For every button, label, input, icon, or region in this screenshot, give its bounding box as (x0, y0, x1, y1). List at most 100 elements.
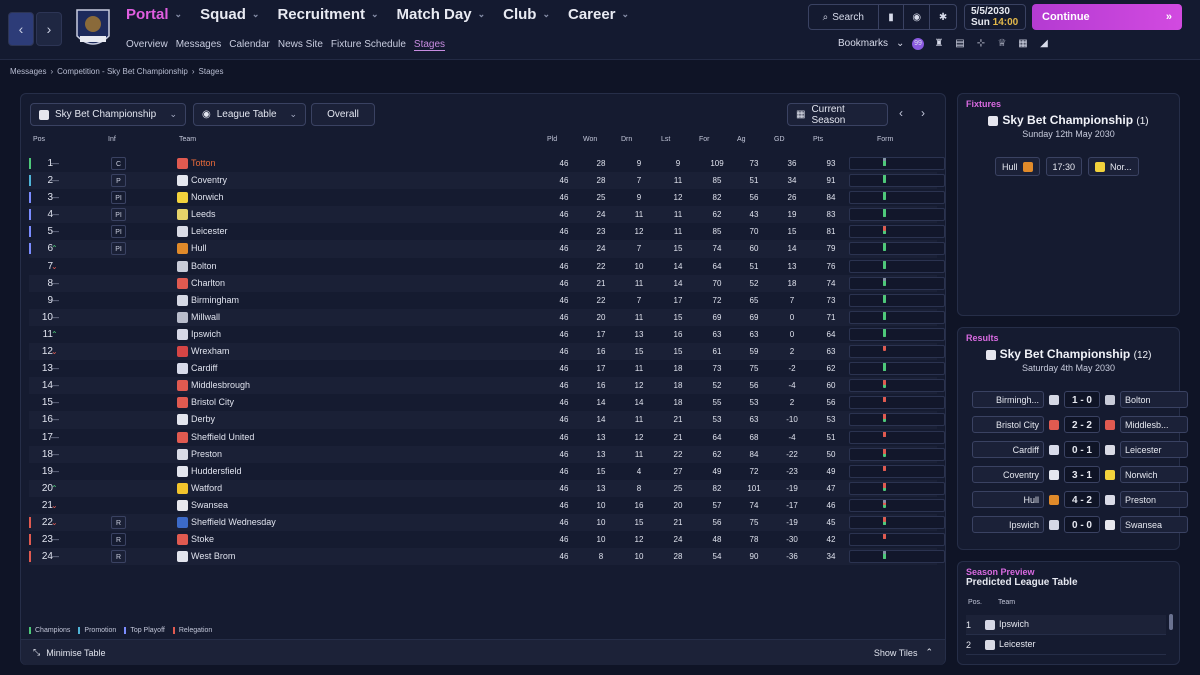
team-name[interactable]: Bolton (191, 258, 217, 275)
competition-dropdown[interactable]: Sky Bet Championship ⌄ (30, 103, 186, 126)
form-indicator[interactable] (849, 310, 945, 324)
table-row[interactable]: 6 ⌃ PI Hull 46 24 7 15 74 60 14 79 (29, 240, 945, 258)
fixtures-title[interactable]: Fixtures (966, 99, 1179, 109)
team-name[interactable]: West Brom (191, 548, 235, 565)
col-ag[interactable]: Ag (737, 136, 746, 143)
team-name[interactable]: Coventry (191, 172, 227, 189)
document-icon[interactable]: ▦ (1017, 38, 1029, 50)
submenu-news-site[interactable]: News Site (278, 39, 323, 51)
search-button[interactable]: ⌕ Search (809, 5, 879, 29)
game-date[interactable]: 5/5/2030 Sun 14:00 (964, 4, 1026, 30)
table-row[interactable]: 7 ⌄ Bolton 46 22 10 14 64 51 13 76 (29, 258, 945, 275)
result-score[interactable]: 3 - 1 (1064, 466, 1100, 483)
result-row[interactable]: Bristol City 2 - 2 Middlesb... (972, 416, 1188, 433)
team-name[interactable]: Ipswich (191, 326, 221, 343)
bookmarks-menu[interactable]: Bookmarks ⌄ (838, 38, 904, 49)
team-name[interactable]: Hull (191, 240, 207, 257)
table-row[interactable]: 24— R West Brom 46 8 10 28 54 90 -36 34 (29, 548, 945, 566)
team-name[interactable]: Huddersfield (191, 463, 242, 480)
fixture-away[interactable]: Nor... (1088, 157, 1139, 176)
form-indicator[interactable] (849, 293, 945, 307)
table-row[interactable]: 8— Charlton 46 21 11 14 70 52 18 74 (29, 274, 945, 292)
col-pos[interactable]: Pos (33, 136, 45, 143)
table-row[interactable]: 20 ⌃ Watford 46 13 8 25 82 101 -19 47 (29, 479, 945, 497)
form-indicator[interactable] (849, 259, 945, 273)
form-indicator[interactable] (849, 242, 945, 256)
trophy-icon[interactable]: ♕ (996, 38, 1008, 50)
club-crest-logo[interactable] (74, 6, 112, 52)
form-indicator[interactable] (849, 327, 945, 341)
result-away[interactable]: Preston (1120, 491, 1188, 508)
table-row[interactable]: 11 ⌃ Ipswich 46 17 13 16 63 63 0 64 (29, 326, 945, 343)
show-tiles-button[interactable]: Show Tiles (874, 648, 918, 658)
table-row[interactable]: 4— PI Leeds 46 24 11 11 62 43 19 83 (29, 206, 945, 224)
result-row[interactable]: Coventry 3 - 1 Norwich (972, 466, 1188, 483)
table-row[interactable]: 3— PI Norwich 46 25 9 12 82 56 26 84 (29, 189, 945, 206)
result-away[interactable]: Leicester (1120, 441, 1188, 458)
submenu-fixture-schedule[interactable]: Fixture Schedule (331, 39, 406, 51)
form-indicator[interactable] (849, 396, 945, 410)
form-indicator[interactable] (849, 447, 945, 461)
table-row[interactable]: 18— Preston 46 13 11 22 62 84 -22 50 (29, 445, 945, 463)
result-score[interactable]: 0 - 0 (1064, 516, 1100, 533)
table-row[interactable]: 19— Huddersfield 46 15 4 27 49 72 -23 49 (29, 463, 945, 480)
team-name[interactable]: Stoke (191, 531, 214, 548)
submenu-stages[interactable]: Stages (413, 39, 446, 51)
fixture-home[interactable]: Hull (995, 157, 1040, 176)
menu-match-day[interactable]: Match Day ⌄ (397, 6, 486, 23)
result-row[interactable]: Birmingh... 1 - 0 Bolton (972, 391, 1188, 408)
season-dropdown[interactable]: ▦ Current Season (787, 103, 888, 126)
results-title[interactable]: Results (966, 333, 1179, 343)
crumb-competition[interactable]: Competition - Sky Bet Championship (57, 67, 188, 76)
clipboard-icon[interactable]: ▤ (954, 38, 966, 50)
form-indicator[interactable] (849, 413, 945, 427)
form-indicator[interactable] (849, 208, 945, 222)
table-row[interactable]: 2— P Coventry 46 28 7 11 85 51 34 91 (29, 172, 945, 190)
team-name[interactable]: Cardiff (191, 360, 217, 377)
result-home[interactable]: Coventry (972, 466, 1044, 483)
preview-row[interactable]: 2 Leicester (966, 635, 1166, 655)
col-form[interactable]: Form (877, 136, 893, 143)
team-name[interactable]: Bristol City (191, 394, 234, 411)
col-lst[interactable]: Lst (661, 136, 670, 143)
form-indicator[interactable] (849, 498, 945, 512)
table-row[interactable]: 9— Birmingham 46 22 7 17 72 65 7 73 (29, 292, 945, 309)
table-row[interactable]: 15— Bristol City 46 14 14 18 55 53 2 56 (29, 394, 945, 411)
megaphone-icon[interactable]: ◢ (1038, 38, 1050, 50)
form-indicator[interactable] (849, 174, 945, 188)
menu-recruitment[interactable]: Recruitment ⌄ (277, 6, 378, 23)
result-score[interactable]: 0 - 1 (1064, 441, 1100, 458)
crumb-messages[interactable]: Messages (10, 67, 46, 76)
submenu-calendar[interactable]: Calendar (229, 39, 270, 51)
result-score[interactable]: 1 - 0 (1064, 391, 1100, 408)
table-row[interactable]: 21 ⌄ Swansea 46 10 16 20 57 74 -17 46 (29, 497, 945, 514)
col-for[interactable]: For (699, 136, 710, 143)
result-away[interactable]: Middlesb... (1120, 416, 1188, 433)
table-row[interactable]: 10— Millwall 46 20 11 15 69 69 0 71 (29, 308, 945, 326)
result-score[interactable]: 4 - 2 (1064, 491, 1100, 508)
table-row[interactable]: 1— C Totton 46 28 9 9 109 73 36 93 (29, 155, 945, 172)
table-row[interactable]: 16— Derby 46 14 11 21 53 63 -10 53 (29, 411, 945, 429)
col-inf[interactable]: Inf (108, 136, 116, 143)
network-icon[interactable]: ◉ (904, 5, 931, 29)
settings-gear-icon[interactable]: ✱ (930, 5, 956, 29)
form-indicator[interactable] (849, 550, 945, 564)
fixture-time[interactable]: 17:30 (1045, 157, 1083, 176)
table-row[interactable]: 14— Middlesbrough 46 16 12 18 52 56 -4 60 (29, 377, 945, 395)
form-indicator[interactable] (849, 362, 945, 376)
preview-row[interactable]: 1 Ipswich (966, 615, 1166, 635)
menu-squad[interactable]: Squad ⌄ (200, 6, 259, 23)
team-name[interactable]: Leicester (191, 223, 228, 240)
submenu-overview[interactable]: Overview (126, 39, 168, 51)
result-home[interactable]: Cardiff (972, 441, 1044, 458)
next-season-button[interactable]: › (921, 106, 925, 120)
form-indicator[interactable] (849, 157, 945, 170)
table-row[interactable]: 12 ⌄ Wrexham 46 16 15 15 61 59 2 63 (29, 343, 945, 361)
result-home[interactable]: Bristol City (972, 416, 1044, 433)
view-dropdown[interactable]: ◉ League Table ⌄ (193, 103, 306, 126)
form-indicator[interactable] (849, 481, 945, 495)
preview-title[interactable]: Season Preview (966, 567, 1179, 577)
scrollbar[interactable] (1169, 614, 1173, 630)
result-home[interactable]: Birmingh... (972, 391, 1044, 408)
result-score[interactable]: 2 - 2 (1064, 416, 1100, 433)
